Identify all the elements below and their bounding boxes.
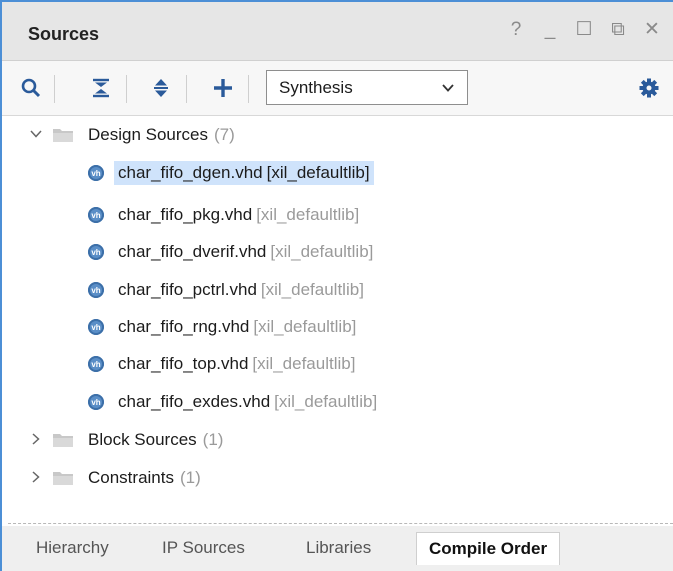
vhdl-file-icon: vh <box>88 394 104 410</box>
tree-file-item[interactable]: vh char_fifo_exdes.vhd [xil_defaultlib] <box>88 387 377 417</box>
file-name: char_fifo_exdes.vhd <box>118 392 271 411</box>
panel-title: Sources <box>28 24 100 44</box>
node-count: (1) <box>179 468 201 487</box>
file-name: char_fifo_rng.vhd <box>118 317 250 336</box>
tree-node-block-sources[interactable]: Block Sources (1) <box>26 425 223 455</box>
node-count: (1) <box>202 430 224 449</box>
folder-icon <box>53 129 73 142</box>
panel-divider <box>8 523 673 524</box>
folder-icon <box>53 434 73 447</box>
tab-libraries[interactable]: Libraries <box>306 538 371 558</box>
toolbar-separator <box>54 75 55 103</box>
file-library: [xil_defaultlib] <box>252 354 356 373</box>
maximize-icon[interactable]: ☐ <box>573 20 595 40</box>
vhdl-file-icon: vh <box>88 356 104 372</box>
file-library: [xil_defaultlib] <box>270 242 374 261</box>
file-name: char_fifo_pctrl.vhd <box>118 280 257 299</box>
close-icon[interactable]: ✕ <box>641 20 663 40</box>
add-icon[interactable] <box>210 75 236 101</box>
node-count: (7) <box>214 125 235 144</box>
search-icon[interactable] <box>18 75 44 101</box>
folder-icon <box>53 472 73 485</box>
node-label: Constraints <box>88 468 174 487</box>
tree-node-design-sources[interactable]: Design Sources (7) <box>26 120 235 150</box>
view-select[interactable]: Synthesis <box>266 70 468 105</box>
expand-all-icon[interactable] <box>148 75 174 101</box>
gear-icon[interactable] <box>636 75 662 101</box>
tab-hierarchy[interactable]: Hierarchy <box>36 538 109 558</box>
file-library: [xil_defaultlib] <box>260 280 364 299</box>
file-name: char_fifo_top.vhd <box>118 354 249 373</box>
tab-ip-sources[interactable]: IP Sources <box>162 538 245 558</box>
tree-file-item[interactable]: vh char_fifo_dgen.vhd [xil_defaultlib] <box>88 158 374 188</box>
sources-tree: Design Sources (7) vh char_fifo_dgen.vhd… <box>2 116 673 516</box>
vhdl-file-icon: vh <box>88 282 104 298</box>
tree-file-item[interactable]: vh char_fifo_pkg.vhd [xil_defaultlib] <box>88 200 359 230</box>
help-icon[interactable]: ? <box>505 20 527 40</box>
tab-compile-order[interactable]: Compile Order <box>416 532 561 565</box>
chevron-down-icon[interactable] <box>26 127 46 143</box>
file-library: [xil_defaultlib] <box>274 392 378 411</box>
file-library: [xil_defaultlib] <box>256 205 360 224</box>
tree-file-item[interactable]: vh char_fifo_rng.vhd [xil_defaultlib] <box>88 312 356 342</box>
chevron-right-icon[interactable] <box>26 432 46 448</box>
vhdl-file-icon: vh <box>88 244 104 260</box>
file-name: char_fifo_pkg.vhd <box>118 205 253 224</box>
tree-file-item[interactable]: vh char_fifo_top.vhd [xil_defaultlib] <box>88 349 355 379</box>
chevron-right-icon[interactable] <box>26 470 46 486</box>
vhdl-file-icon: vh <box>88 319 104 335</box>
toolbar-separator <box>126 75 127 103</box>
tree-node-constraints[interactable]: Constraints (1) <box>26 463 201 493</box>
float-icon[interactable]: ⧉ <box>607 20 629 40</box>
minimize-icon[interactable]: _ <box>539 20 561 40</box>
vhdl-file-icon: vh <box>88 165 104 181</box>
panel-titlebar: Sources ? _ ☐ ⧉ ✕ <box>2 2 673 61</box>
toolbar-separator <box>248 75 249 103</box>
sources-toolbar: Synthesis <box>2 61 673 116</box>
view-select-value: Synthesis <box>279 78 353 97</box>
file-library: [xil_defaultlib] <box>266 163 370 182</box>
file-name: char_fifo_dverif.vhd <box>118 242 267 261</box>
file-name: char_fifo_dgen.vhd <box>118 163 263 182</box>
collapse-all-icon[interactable] <box>88 75 114 101</box>
chevron-down-icon <box>441 80 455 100</box>
file-library: [xil_defaultlib] <box>253 317 357 336</box>
toolbar-separator <box>186 75 187 103</box>
vhdl-file-icon: vh <box>88 207 104 223</box>
node-label: Block Sources <box>88 430 197 449</box>
tree-file-item[interactable]: vh char_fifo_pctrl.vhd [xil_defaultlib] <box>88 275 364 305</box>
window-controls: ? _ ☐ ⧉ ✕ <box>505 20 663 40</box>
tree-file-item[interactable]: vh char_fifo_dverif.vhd [xil_defaultlib] <box>88 237 373 267</box>
node-label: Design Sources <box>88 125 209 144</box>
bottom-tabs: Hierarchy IP Sources Libraries Compile O… <box>2 526 673 571</box>
